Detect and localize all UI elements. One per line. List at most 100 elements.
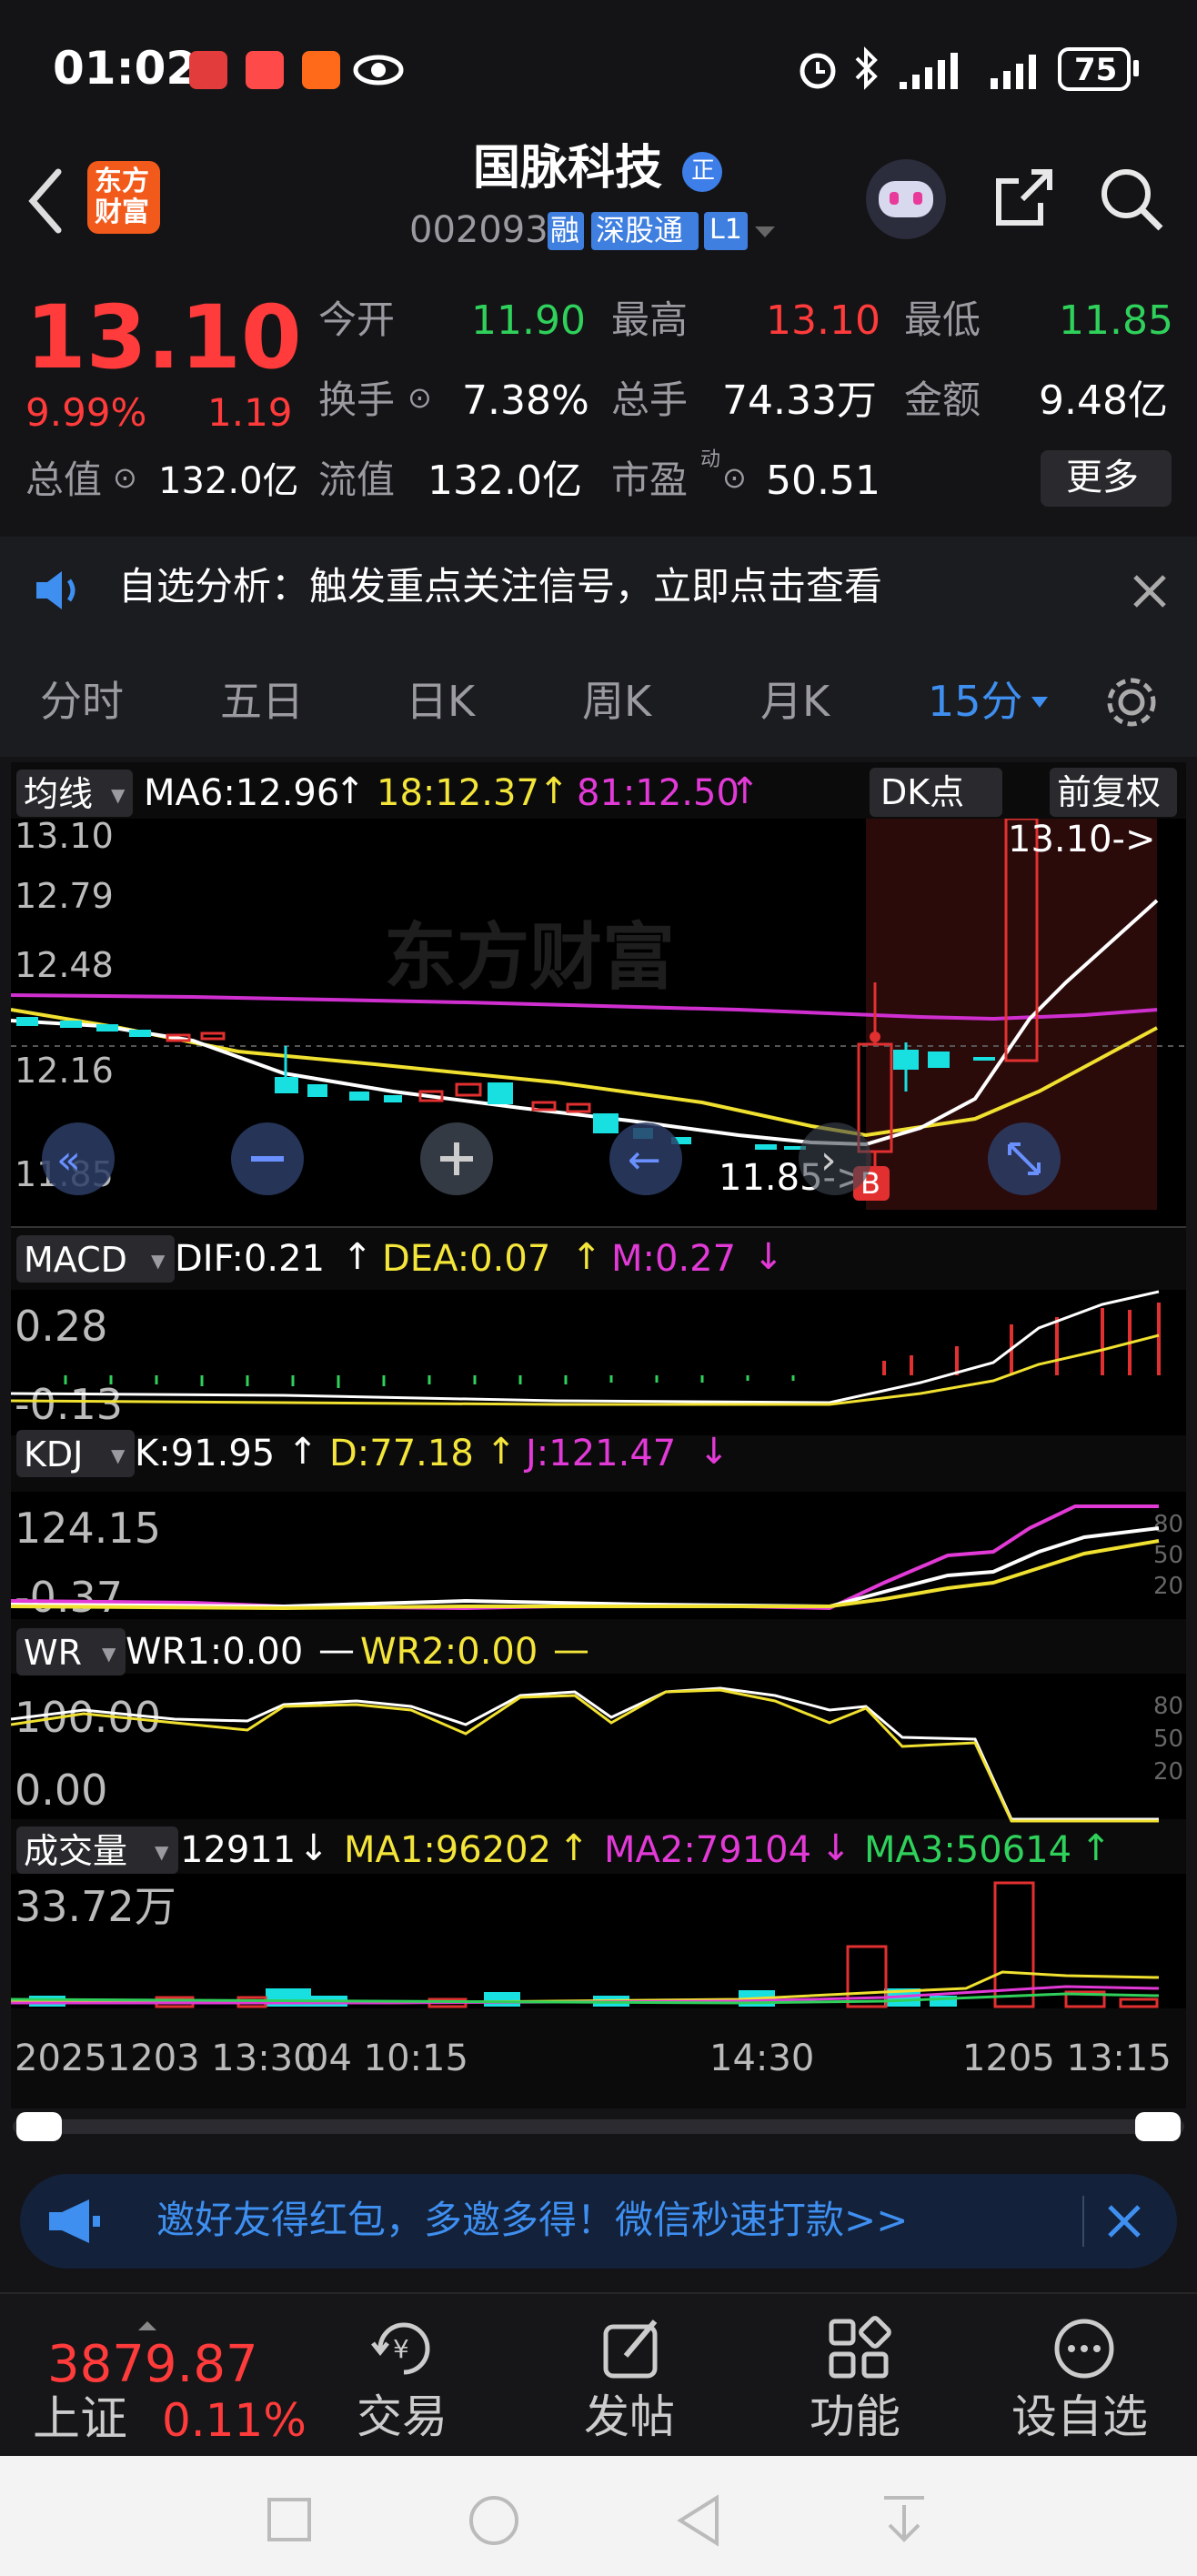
tag-exchange-text: 深股通	[596, 213, 684, 247]
nav-post[interactable]: 发帖	[564, 2312, 700, 2449]
fullscreen-button[interactable]	[988, 1122, 1061, 1195]
kdj-y-bottom: -0.37	[15, 1573, 123, 1622]
chevron-down-icon: ▼	[151, 1250, 166, 1272]
dk-button-label: DK点	[880, 772, 965, 812]
high-marker: 13.10->	[1008, 819, 1155, 860]
x-label-1: 20251203 13:30	[15, 2038, 317, 2079]
info-icon[interactable]: ⊙	[407, 383, 432, 412]
low-value: 11.85	[1059, 297, 1173, 344]
macd-selector-label: MACD	[24, 1240, 127, 1280]
nav-functions-label: 功能	[810, 2390, 900, 2443]
tab-five-day[interactable]: 五日	[220, 680, 304, 722]
zoom-out-button[interactable]	[231, 1122, 304, 1195]
nav-functions[interactable]: 功能	[790, 2312, 926, 2449]
scroll-back-button[interactable]: ←	[609, 1122, 682, 1195]
header: 东方 财富 国脉科技 正 002093 融 深股通 L1	[0, 141, 1197, 270]
status-bar: 01:02 75	[0, 0, 1197, 141]
ma-selector[interactable]: 均线 ▼	[16, 770, 133, 817]
signal-icon	[900, 53, 958, 89]
dif-arrow: ↑	[342, 1236, 373, 1278]
volume-y-top: 33.72万	[15, 1882, 176, 1931]
chart-scrollbar[interactable]	[13, 2112, 1184, 2141]
chevron-down-icon: ▼	[111, 784, 126, 806]
badge-text: 正	[691, 157, 716, 185]
price-adjust-button[interactable]: 前复权	[1050, 768, 1177, 817]
macd-selector[interactable]: MACD ▼	[16, 1235, 175, 1283]
ma81-arrow: ↑	[729, 770, 760, 812]
amount-value: 9.48亿	[1039, 377, 1168, 424]
volume-selector[interactable]: 成交量 ▼	[16, 1826, 178, 1874]
invite-banner[interactable]: 邀好友得红包，多邀多得！微信秒速打款>>	[20, 2174, 1177, 2269]
tab-daily[interactable]: 日K	[406, 680, 475, 722]
scroll-handle-left[interactable]	[16, 2112, 62, 2141]
download-icon[interactable]	[879, 2492, 930, 2547]
zoom-in-button[interactable]	[420, 1122, 493, 1195]
logo-text-1: 东方	[95, 166, 149, 197]
dea-value: DEA:0.07	[382, 1238, 551, 1280]
info-icon[interactable]: ⊙	[113, 463, 137, 492]
open-value: 11.90	[471, 297, 586, 344]
scroll-handle-right[interactable]	[1135, 2112, 1181, 2141]
eye-icon	[353, 55, 404, 86]
tab-monthly[interactable]: 月K	[760, 680, 830, 722]
dk-button[interactable]: DK点	[870, 768, 1002, 817]
invite-text: 邀好友得红包，多邀多得！微信秒速打款>>	[156, 2198, 909, 2242]
ma6-value: MA6:12.96	[144, 772, 340, 814]
home-icon[interactable]	[468, 2494, 520, 2547]
ma6-arrow: ↑	[335, 770, 366, 812]
alert-banner[interactable]: 自选分析：触发重点关注信号，立即点击查看	[0, 537, 1197, 646]
chevron-down-icon: ▼	[111, 1444, 126, 1466]
turnover-label: 换手	[318, 377, 396, 422]
chevron-down-icon[interactable]	[751, 221, 779, 243]
index-ticker[interactable]: 3879.87 上证 0.11%	[0, 2294, 307, 2458]
y-label-3: 12.48	[15, 945, 114, 985]
mktcap-value: 132.0亿	[158, 460, 299, 502]
recent-apps-icon[interactable]	[266, 2496, 313, 2543]
kdj-level-80: 80	[1153, 1511, 1183, 1538]
j-arrow: ↓	[699, 1431, 729, 1473]
quote-panel: 13.10 9.99% 1.19 今开 11.90 最高 13.10 最低 11…	[0, 268, 1197, 532]
info-icon[interactable]: ⊙	[722, 463, 747, 492]
nav-trade[interactable]: ¥ 交易	[337, 2312, 473, 2449]
tag-rong-text: 融	[550, 213, 580, 247]
tab-15min[interactable]: 15分	[928, 680, 1023, 722]
dif-value: DIF:0.21	[175, 1238, 326, 1280]
kdj-panel	[11, 1492, 1186, 1619]
alarm-icon	[800, 53, 836, 89]
trade-icon: ¥	[371, 2322, 430, 2375]
kdj-selector[interactable]: KDJ ▼	[16, 1430, 135, 1477]
wr-selector[interactable]: WR ▼	[16, 1628, 126, 1675]
kdj-level-20: 20	[1153, 1573, 1183, 1600]
x-label-2: 04 10:15	[306, 2038, 468, 2079]
more-button[interactable]: 更多	[1041, 450, 1172, 507]
tab-weekly[interactable]: 周K	[582, 680, 651, 722]
change-pct: 9.99%	[25, 390, 147, 435]
back-nav-icon[interactable]	[675, 2494, 722, 2547]
close-icon[interactable]	[1130, 571, 1170, 611]
alert-text: 自选分析：触发重点关注信号，立即点击查看	[118, 564, 883, 609]
vol-ma3-arrow: ↑	[1081, 1827, 1112, 1869]
share-icon[interactable]	[991, 165, 1057, 230]
nav-add-watchlist[interactable]: 设自选	[1001, 2312, 1164, 2449]
wr2-arrow: —	[553, 1629, 589, 1671]
scroll-left-button[interactable]: «	[42, 1122, 115, 1195]
megaphone-icon	[49, 2199, 100, 2243]
m-arrow: ↓	[753, 1236, 784, 1278]
tag-level: L1	[704, 212, 748, 250]
chevron-down-icon: ▼	[155, 1841, 169, 1863]
search-icon[interactable]	[1097, 165, 1166, 234]
change-amount: 1.19	[207, 390, 293, 435]
robot-assistant-icon[interactable]	[866, 159, 946, 239]
back-icon[interactable]	[24, 166, 65, 236]
tab-minute[interactable]: 分时	[40, 680, 124, 722]
edit-icon	[603, 2319, 658, 2379]
scroll-forward-button[interactable]: ›	[799, 1122, 871, 1195]
kline-chart-area[interactable]: 均线 ▼ MA6:12.96 ↑ 18:12.37 ↑ 81:12.50 ↑ D…	[11, 762, 1186, 2108]
settings-gear-icon[interactable]	[1102, 673, 1161, 731]
svg-text:›: ›	[820, 1137, 837, 1183]
tag-exchange: 深股通	[591, 212, 699, 250]
kdj-y-top: 124.15	[15, 1504, 161, 1553]
volume-selector-label: 成交量	[24, 1831, 128, 1871]
close-icon[interactable]	[1104, 2201, 1144, 2241]
nav-post-label: 发帖	[584, 2390, 675, 2443]
